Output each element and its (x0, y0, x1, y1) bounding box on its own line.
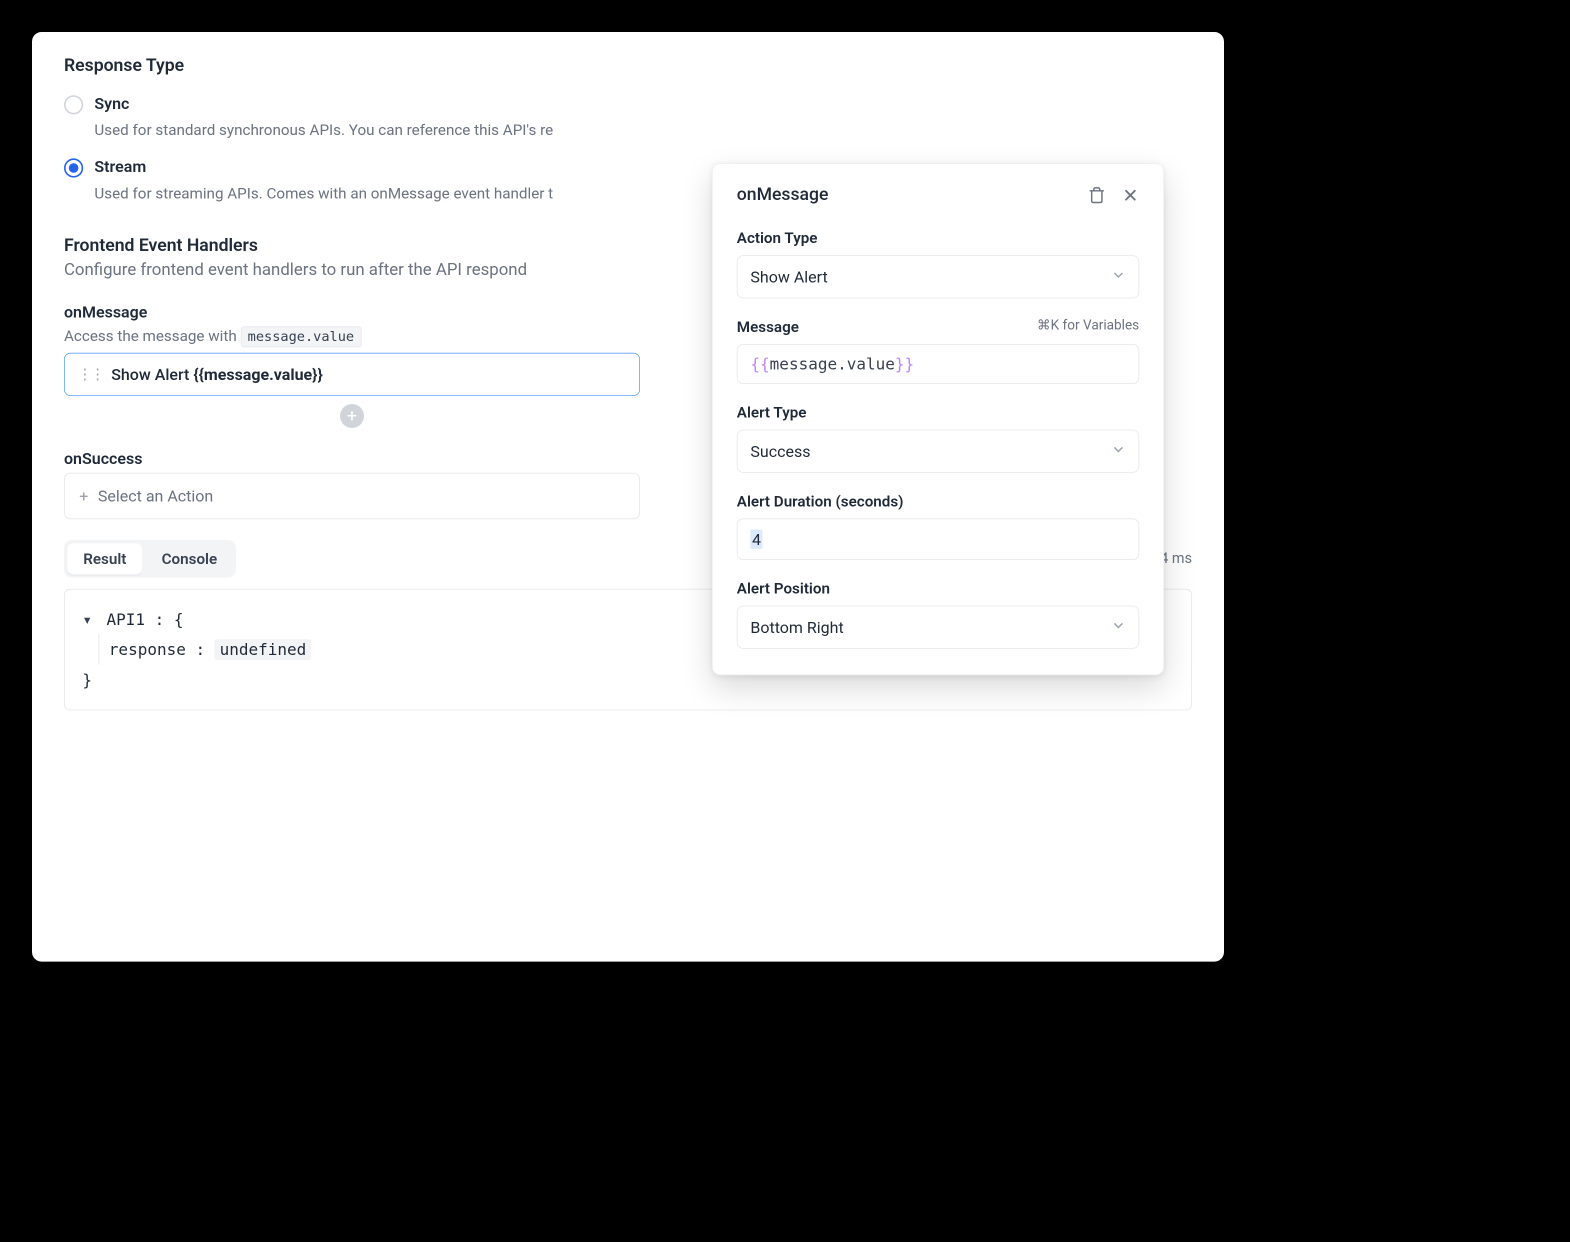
radio-label: Sync (94, 94, 129, 113)
radio-label: Stream (94, 157, 146, 176)
action-type-select[interactable]: Show Alert (737, 255, 1139, 298)
action-expression: {{message.value}} (193, 365, 322, 384)
popover-header: onMessage (737, 185, 1139, 205)
response-type-title: Response Type (64, 56, 1192, 76)
trash-icon[interactable] (1088, 186, 1106, 204)
close-icon[interactable] (1122, 186, 1140, 204)
action-text: Show Alert (111, 365, 193, 384)
select-action-label: Select an Action (98, 486, 213, 505)
tabs: Result Console (64, 540, 236, 578)
alert-type-select[interactable]: Success (737, 430, 1139, 473)
brace-open: : { (145, 610, 184, 629)
message-input[interactable]: {{message.value}} (737, 344, 1139, 384)
plus-icon: + (79, 486, 88, 505)
app-panel: Response Type Sync Used for standard syn… (32, 32, 1224, 962)
code-chip: message.value (240, 326, 361, 347)
field-alert-type: Alert Type Success (737, 403, 1139, 473)
select-value: Success (750, 442, 810, 461)
add-action-button[interactable]: + (340, 404, 364, 428)
field-message: Message ⌘K for Variables {{message.value… (737, 318, 1139, 384)
radio-option-sync[interactable]: Sync (64, 94, 1192, 115)
onmessage-popover: onMessage Action Type Show Alert M (712, 163, 1164, 675)
variables-hint: ⌘K for Variables (1037, 318, 1139, 336)
radio-desc: Used for standard synchronous APIs. You … (94, 121, 1192, 139)
radio-icon (64, 158, 83, 177)
brace-close: } (82, 670, 92, 689)
drag-handle-icon[interactable]: ⋮⋮ (78, 366, 104, 383)
tab-console[interactable]: Console (146, 543, 234, 574)
alert-position-select[interactable]: Bottom Right (737, 606, 1139, 649)
select-action-button[interactable]: + Select an Action (64, 473, 640, 519)
alert-duration-input[interactable]: 4 (737, 518, 1139, 560)
popover-title: onMessage (737, 185, 829, 205)
chevron-down-icon (1111, 442, 1125, 461)
field-alert-duration: Alert Duration (seconds) 4 (737, 492, 1139, 560)
duration-value: 4 (750, 530, 762, 549)
radio-icon (64, 95, 83, 114)
field-alert-position: Alert Position Bottom Right (737, 579, 1139, 649)
result-root: API1 (106, 610, 145, 629)
result-key: response (109, 640, 186, 659)
chevron-down-icon (1111, 267, 1125, 286)
chevron-down-icon (1111, 618, 1125, 637)
onmessage-action-card[interactable]: ⋮⋮ Show Alert {{message.value}} (64, 353, 640, 396)
select-value: Bottom Right (750, 618, 843, 637)
tree-collapse-icon[interactable]: ▾ (82, 610, 92, 629)
result-value: undefined (215, 639, 311, 660)
select-value: Show Alert (750, 267, 827, 286)
tab-result[interactable]: Result (67, 543, 142, 574)
field-action-type: Action Type Show Alert (737, 229, 1139, 299)
